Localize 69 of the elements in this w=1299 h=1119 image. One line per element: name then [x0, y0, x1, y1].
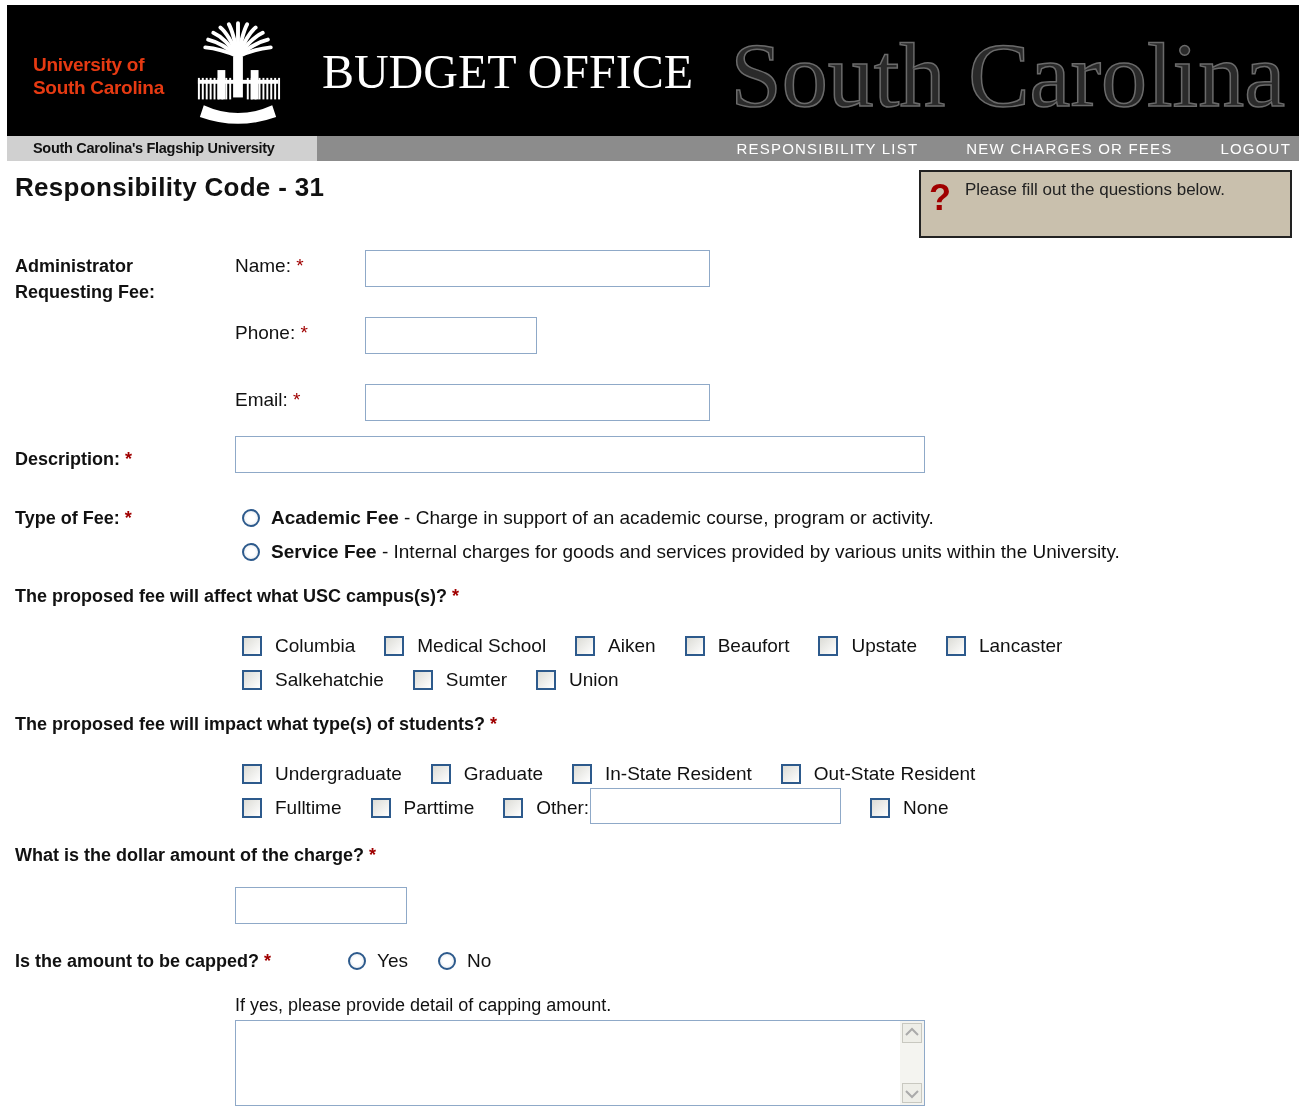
- option-label: Academic Fee - Charge in support of an academic course, program or activity.: [271, 506, 934, 530]
- question-label: What is the dollar amount of the charge? *: [15, 844, 378, 867]
- question-mark-icon: ?: [929, 180, 951, 216]
- field-label: Email: *: [235, 388, 302, 412]
- radio-button[interactable]: [242, 543, 260, 561]
- office-title: BUDGET OFFICE: [321, 44, 694, 99]
- field-label: Description: *: [15, 448, 134, 471]
- checkbox[interactable]: [384, 636, 405, 656]
- question-label: Is the amount to be capped? *: [15, 950, 273, 973]
- checkbox[interactable]: [412, 670, 433, 690]
- phone-field[interactable]: [365, 317, 537, 354]
- field-label: Name: *: [235, 254, 305, 278]
- text-field[interactable]: [235, 436, 925, 473]
- radio-button[interactable]: [438, 952, 456, 970]
- text-field[interactable]: [365, 384, 710, 421]
- checkbox-label: None: [903, 796, 949, 820]
- checkbox-label: Lancaster: [978, 634, 1063, 658]
- checkbox[interactable]: [870, 798, 891, 818]
- radio-button[interactable]: [348, 952, 366, 970]
- checkbox-label: Parttime: [403, 796, 475, 820]
- nav-link[interactable]: NEW CHARGES OR FEES: [966, 140, 1173, 157]
- checkbox[interactable]: [780, 764, 801, 784]
- checkbox-label: In-State Resident: [605, 762, 752, 786]
- checkbox-label: Other:: [536, 796, 590, 820]
- checkbox-label: Graduate: [463, 762, 543, 786]
- tagline: South Carolina's Flagship University: [7, 136, 317, 161]
- checkbox[interactable]: [684, 636, 705, 656]
- page-title: Responsibility Code - 31: [15, 172, 325, 202]
- checkbox-label: Sumter: [445, 668, 508, 692]
- checkbox[interactable]: [572, 764, 592, 784]
- checkbox[interactable]: [575, 636, 596, 656]
- field-label: Phone: *: [235, 321, 309, 345]
- checkbox-label: Fulltime: [275, 796, 342, 820]
- text-field[interactable]: [365, 250, 710, 287]
- checkbox[interactable]: [242, 798, 262, 818]
- nav-link[interactable]: LOGOUT: [1220, 140, 1291, 157]
- checkbox-label: Columbia: [275, 634, 356, 658]
- checkbox-label: Out-State Resident: [813, 762, 976, 786]
- checkbox-label: Upstate: [851, 634, 917, 658]
- radio-button[interactable]: [242, 509, 260, 527]
- option-label: No: [467, 949, 492, 973]
- notice-text: Please fill out the questions below.: [965, 180, 1225, 200]
- checkbox[interactable]: [945, 636, 966, 656]
- checkbox-label: Undergraduate: [275, 762, 402, 786]
- checkbox[interactable]: [242, 636, 262, 656]
- option-label: Service Fee - Internal charges for goods and services provided by various units within the University.: [271, 540, 1120, 564]
- nav-link[interactable]: RESPONSIBILITY LIST: [736, 140, 919, 157]
- field-label: Administrator Requesting Fee:: [15, 255, 157, 304]
- checkbox[interactable]: [503, 798, 524, 818]
- field-label: Type of Fee: *: [15, 507, 133, 530]
- checkbox-label: Salkehatchie: [275, 668, 384, 692]
- checkbox-label: Union: [569, 668, 619, 692]
- checkbox-label: Beaufort: [717, 634, 790, 658]
- question-label: The proposed fee will affect what USC campus(s)? *: [15, 585, 461, 608]
- banner-script: South Carolina: [730, 28, 1285, 121]
- question-label: The proposed fee will impact what type(s) of students? *: [15, 713, 499, 736]
- checkbox[interactable]: [430, 764, 451, 784]
- checkbox[interactable]: [536, 670, 557, 690]
- other-field[interactable]: [590, 788, 842, 824]
- checkbox[interactable]: [370, 798, 391, 818]
- checkbox[interactable]: [242, 670, 262, 690]
- university-name: University of South Carolina: [33, 52, 164, 99]
- checkbox[interactable]: [818, 636, 839, 656]
- detail-label: If yes, please provide detail of capping amount.: [235, 994, 613, 1017]
- amount-field[interactable]: [235, 887, 407, 924]
- checkbox-label: Aiken: [608, 634, 656, 658]
- checkbox-label: Medical School: [417, 634, 547, 658]
- option-label: Yes: [377, 949, 408, 973]
- checkbox[interactable]: [242, 764, 262, 784]
